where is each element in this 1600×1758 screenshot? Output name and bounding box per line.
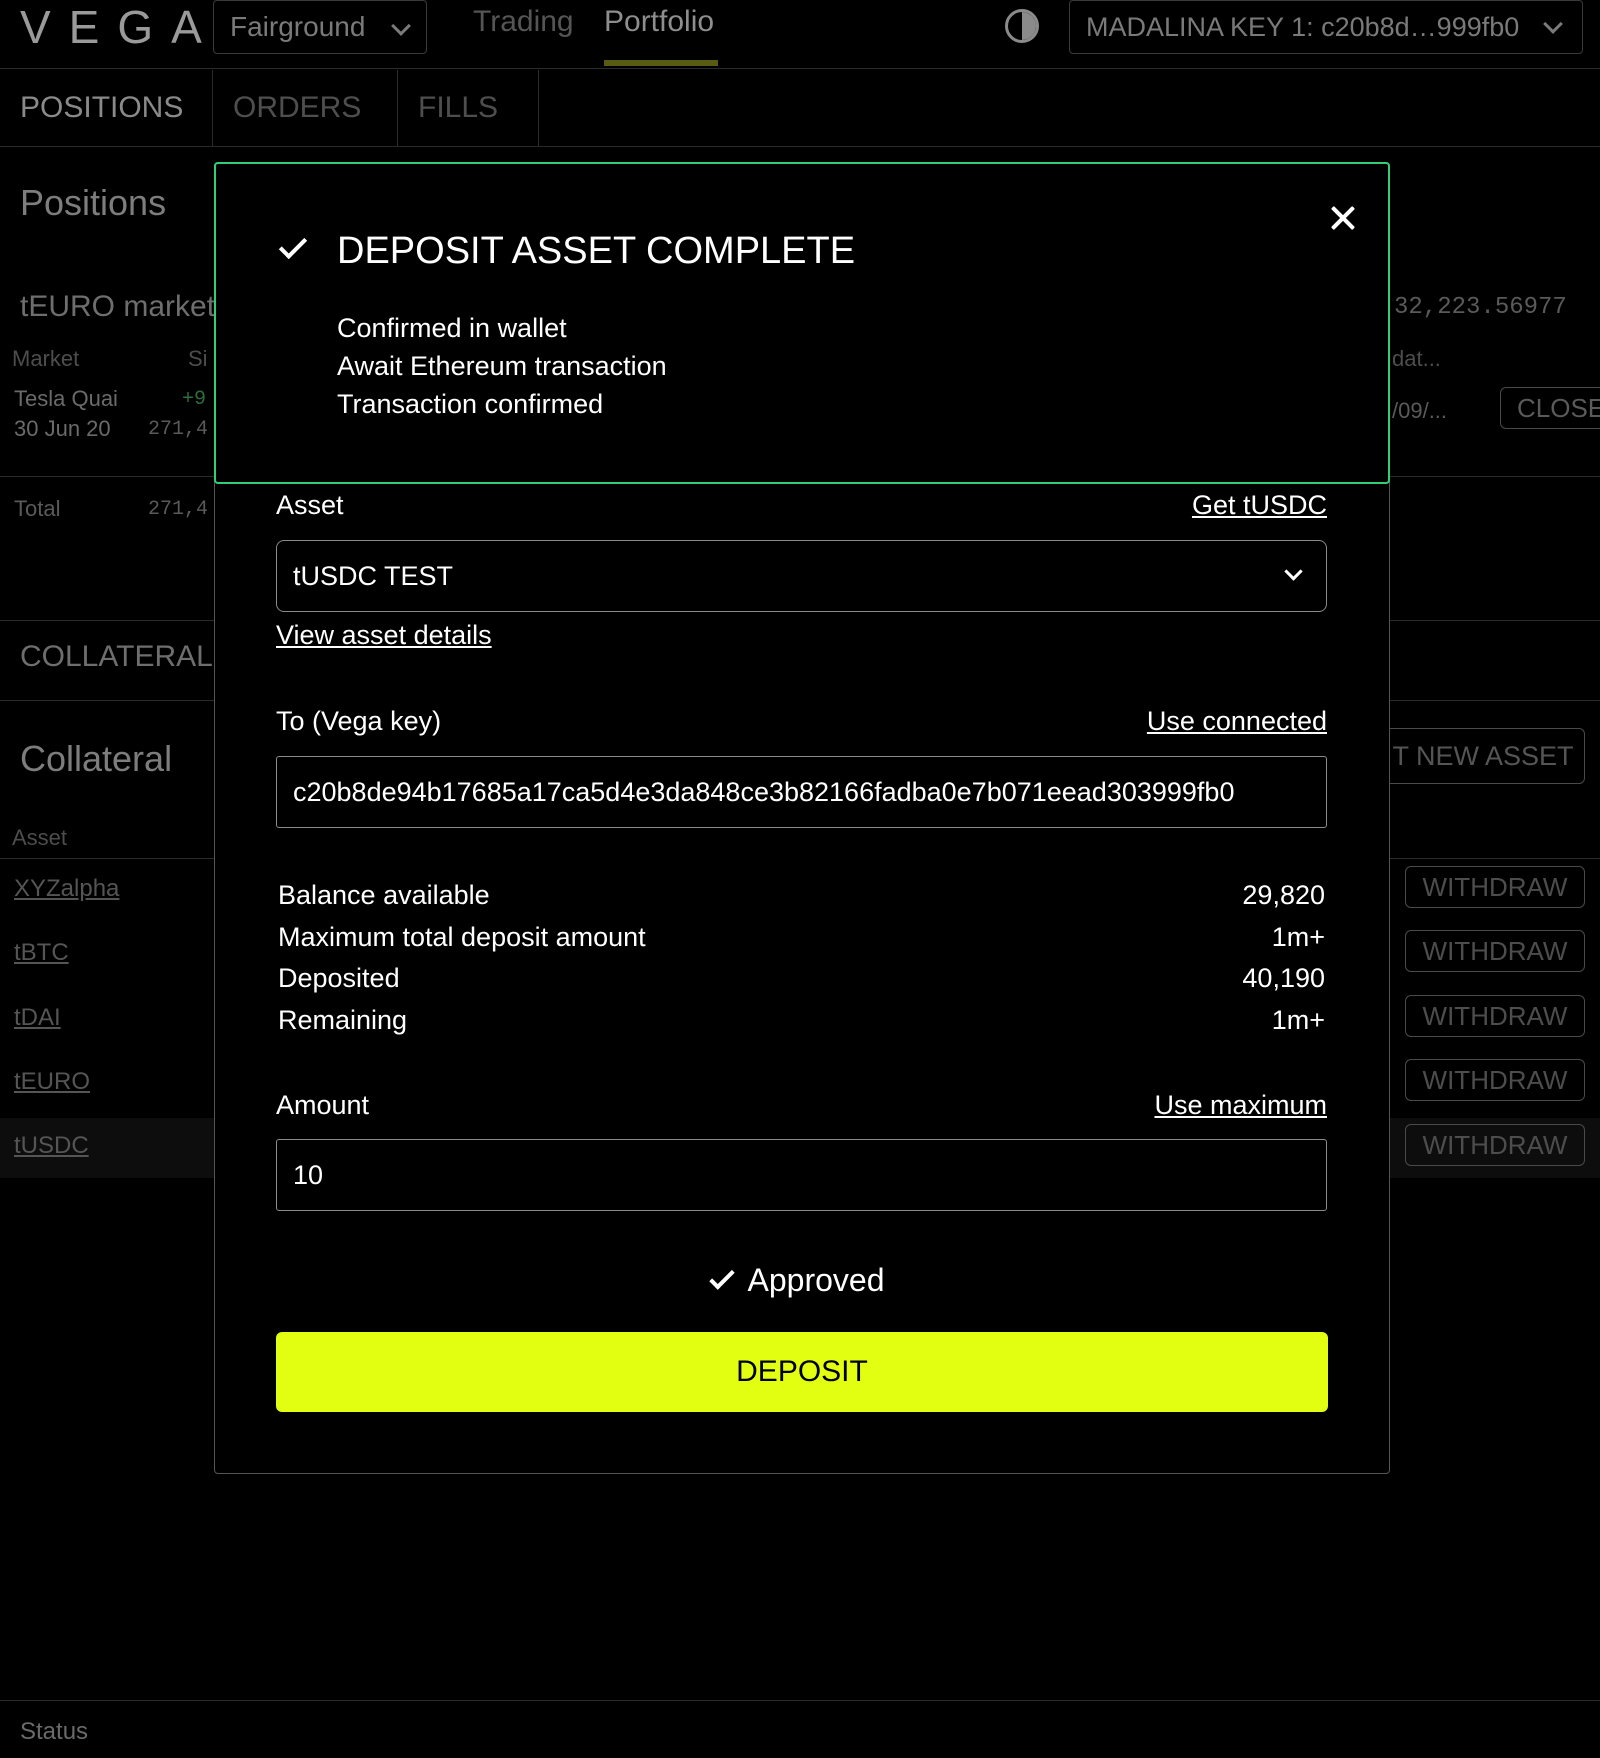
position-change: +9 [182, 388, 207, 411]
col-asset: Asset [12, 825, 68, 850]
col-market: Market [12, 346, 80, 371]
stat-label: Maximum total deposit amount [278, 922, 646, 952]
asset-link-tbtc[interactable]: tBTC [14, 939, 69, 967]
use-connected-link[interactable]: Use connected [1147, 706, 1327, 737]
col-size: Si [188, 346, 208, 371]
theme-toggle-icon[interactable] [1005, 9, 1039, 43]
stat-label: Balance available [278, 880, 490, 910]
chevron-down-icon [1284, 562, 1303, 581]
withdraw-button[interactable]: WITHDRAW [1405, 866, 1585, 908]
stat-label: Deposited [278, 963, 400, 993]
use-maximum-link[interactable]: Use maximum [1154, 1090, 1327, 1121]
asset-select-value: tUSDC TEST [293, 561, 454, 591]
position-market[interactable]: Tesla Quai [14, 386, 118, 412]
tab-fills[interactable]: FILLS [398, 70, 539, 146]
toast-title: DEPOSIT ASSET COMPLETE [337, 230, 856, 272]
toast-step: Transaction confirmed [337, 389, 604, 419]
nav-active-indicator [604, 60, 718, 66]
stat-value: 40,190 [1242, 963, 1325, 993]
asset-link-tusdc[interactable]: tUSDC [14, 1132, 89, 1160]
nav-trading[interactable]: Trading [473, 4, 574, 40]
toast-step: Confirmed in wallet [337, 313, 567, 343]
withdraw-button[interactable]: WITHDRAW [1405, 1124, 1585, 1166]
footer-divider [0, 1700, 1600, 1701]
total-value: 271,4 [148, 498, 209, 521]
total-label: Total [14, 496, 61, 521]
withdraw-button[interactable]: WITHDRAW [1405, 1059, 1585, 1101]
key-selector[interactable]: MADALINA KEY 1: c20b8d…999fb0 [1069, 0, 1583, 54]
withdraw-button[interactable]: WITHDRAW [1405, 930, 1585, 972]
position-size: 271,4 [148, 418, 209, 441]
get-asset-link[interactable]: Get tUSDC [1192, 490, 1327, 521]
key-selector-label: MADALINA KEY 1: c20b8d…999fb0 [1086, 12, 1520, 42]
stat-label: Remaining [278, 1005, 408, 1035]
approved-label: Approved [747, 1262, 885, 1298]
approved-status: Approved [0, 1262, 1600, 1299]
status-bar-label: Status [20, 1718, 89, 1745]
collateral-title: Collateral [20, 738, 173, 779]
chevron-down-icon [391, 16, 411, 36]
toast-step: Await Ethereum transaction [337, 351, 667, 381]
asset-link-xyzalpha[interactable]: XYZalpha [14, 875, 119, 903]
network-label: Fairground [230, 11, 366, 42]
chevron-down-icon [1543, 14, 1563, 34]
tab-orders[interactable]: ORDERS [212, 70, 398, 146]
positions-title: Positions [20, 182, 167, 223]
stat-value: 1m+ [1271, 922, 1325, 952]
position-updated: /09/... [1392, 398, 1448, 423]
close-icon[interactable] [1328, 203, 1358, 233]
tabs-divider [0, 146, 1600, 147]
view-asset-details-link[interactable]: View asset details [276, 620, 492, 651]
to-key-label: To (Vega key) [276, 706, 442, 736]
market-group-total: 32,223.56977 [1394, 294, 1567, 321]
check-icon [708, 1264, 735, 1290]
asset-label: Asset [276, 490, 344, 520]
stat-value: 1m+ [1271, 1005, 1325, 1035]
amount-label: Amount [276, 1090, 370, 1120]
asset-select[interactable]: tUSDC TEST [276, 540, 1327, 612]
market-group-title: tEURO market [20, 290, 216, 323]
header-divider [0, 68, 1600, 69]
col-updated: dat... [1392, 346, 1441, 371]
tab-positions[interactable]: POSITIONS [0, 70, 203, 146]
vega-logo: VEGA [20, 1, 220, 53]
deposit-new-asset-button[interactable]: IT NEW ASSET [1370, 728, 1585, 784]
network-selector[interactable]: Fairground [213, 0, 427, 54]
close-position-button[interactable]: CLOSE [1500, 387, 1600, 429]
withdraw-button[interactable]: WITHDRAW [1405, 995, 1585, 1037]
asset-link-tdai[interactable]: tDAI [14, 1004, 61, 1032]
tab-collateral[interactable]: COLLATERAL [20, 640, 213, 674]
position-date: 30 Jun 20 [14, 416, 111, 441]
amount-input[interactable]: 10 [276, 1139, 1327, 1211]
to-key-input[interactable]: c20b8de94b17685a17ca5d4e3da848ce3b82166f… [276, 756, 1327, 828]
asset-link-teuro[interactable]: tEURO [14, 1068, 90, 1096]
deposit-button[interactable]: DEPOSIT [276, 1332, 1328, 1412]
nav-portfolio[interactable]: Portfolio [604, 4, 714, 40]
stat-value: 29,820 [1242, 880, 1325, 910]
